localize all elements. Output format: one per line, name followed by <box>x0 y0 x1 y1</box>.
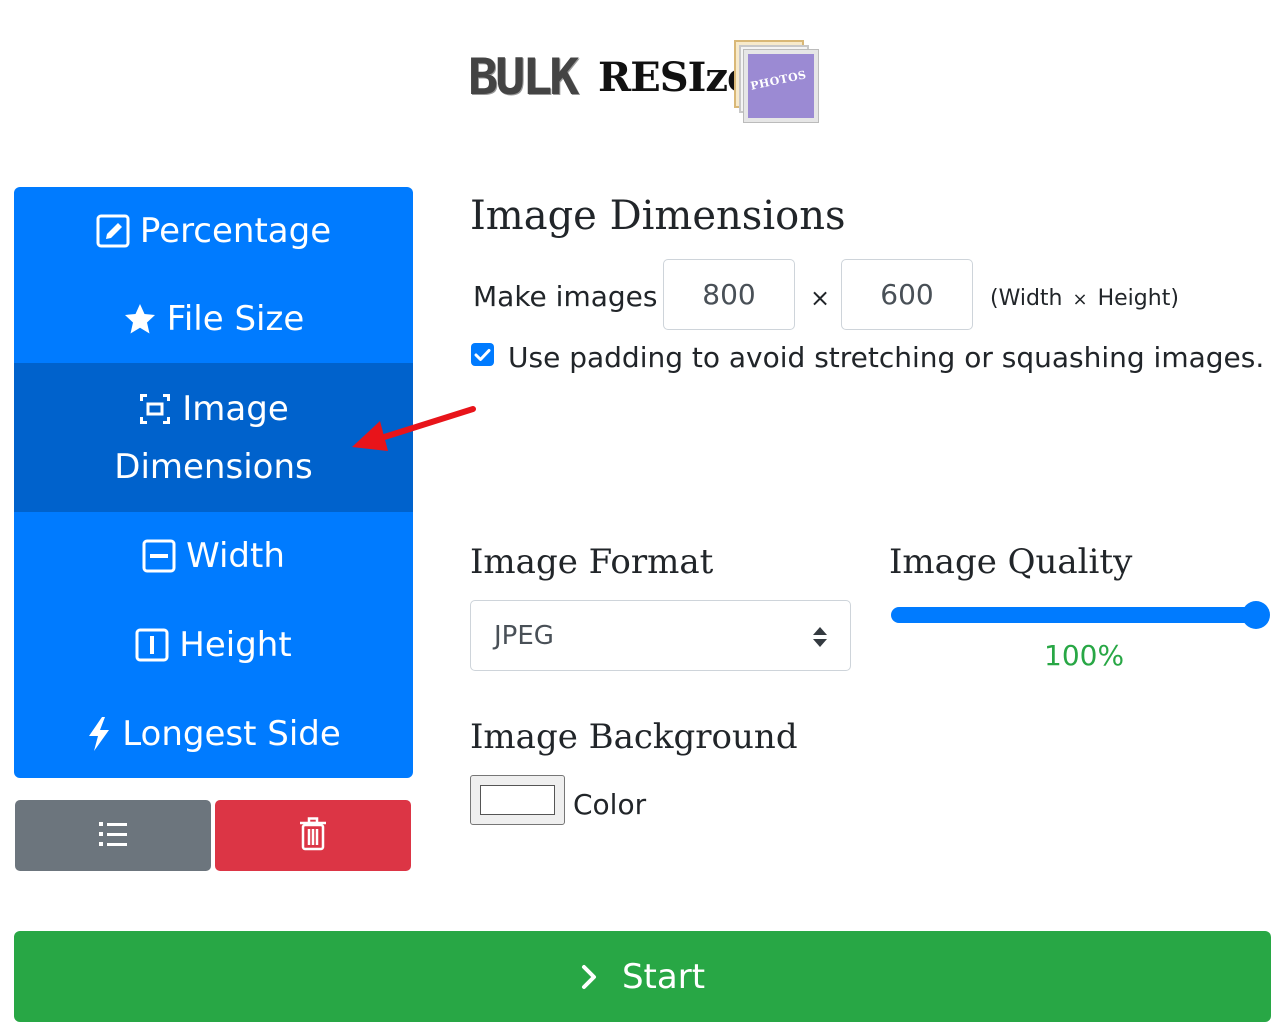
hint-times: × <box>1072 289 1088 310</box>
trash-icon <box>299 816 327 855</box>
dash-square-icon <box>142 539 176 573</box>
quality-slider-thumb[interactable] <box>1242 601 1270 629</box>
format-selected-value: JPEG <box>494 620 554 651</box>
file-list-button[interactable] <box>15 800 211 871</box>
quality-value: 100% <box>1044 639 1125 672</box>
color-swatch-fill <box>480 785 555 815</box>
menu-item-label: File Size <box>166 299 305 339</box>
height-input[interactable] <box>841 259 973 330</box>
menu-item-file-size[interactable]: File Size <box>14 275 413 363</box>
pencil-square-icon <box>96 214 130 248</box>
times-symbol: × <box>810 284 831 312</box>
hint-height: Height) <box>1097 286 1179 311</box>
resize-mode-menu: Percentage File Size Image Dimensions Wi… <box>14 187 413 778</box>
menu-item-longest-side[interactable]: Longest Side <box>14 690 413 778</box>
menu-item-label-line1: Image <box>182 388 289 429</box>
list-icon <box>97 818 129 854</box>
quality-slider-track[interactable] <box>891 607 1257 623</box>
menu-item-percentage[interactable]: Percentage <box>14 187 413 275</box>
menu-item-label: Width <box>186 536 285 576</box>
annotation-arrow-icon <box>352 406 476 451</box>
start-label: Start <box>621 956 706 997</box>
delete-button[interactable] <box>215 800 411 871</box>
menu-item-height[interactable]: Height <box>14 600 413 690</box>
menu-item-label: Longest Side <box>122 714 341 754</box>
app-logo: BULK RESIze PHOTOS <box>468 38 819 123</box>
logo-resize-text: RESIze <box>598 54 752 101</box>
dimensions-heading: Image Dimensions <box>470 193 846 239</box>
format-heading: Image Format <box>470 542 714 582</box>
padding-checkbox[interactable] <box>471 343 494 366</box>
dimensions-hint: (Width × Height) <box>990 284 1179 315</box>
background-heading: Image Background <box>470 717 798 757</box>
star-icon <box>123 302 157 336</box>
quality-heading: Image Quality <box>889 542 1133 582</box>
color-label: Color <box>573 788 647 821</box>
menu-item-label: Percentage <box>139 211 332 251</box>
chevron-right-icon <box>580 964 598 990</box>
select-arrows-icon <box>812 625 828 655</box>
width-input[interactable] <box>663 259 795 330</box>
check-icon <box>474 348 491 361</box>
menu-item-width[interactable]: Width <box>14 512 413 600</box>
start-button[interactable]: Start <box>14 931 1271 1022</box>
make-images-label: Make images <box>473 280 658 313</box>
menu-item-label-line2: Dimensions <box>114 446 313 487</box>
menu-item-label: Height <box>179 625 292 665</box>
logo-photos-icon: PHOTOS <box>734 38 819 123</box>
lightning-icon <box>86 716 112 752</box>
padding-label[interactable]: Use padding to avoid stretching or squas… <box>508 339 1264 377</box>
logo-bulk-text: BULK <box>468 48 579 106</box>
hint-width: (Width <box>990 286 1063 311</box>
background-color-picker[interactable] <box>470 775 565 825</box>
bounding-box-icon <box>138 392 172 426</box>
format-select[interactable]: JPEG <box>470 600 851 671</box>
i-square-icon <box>135 628 169 662</box>
